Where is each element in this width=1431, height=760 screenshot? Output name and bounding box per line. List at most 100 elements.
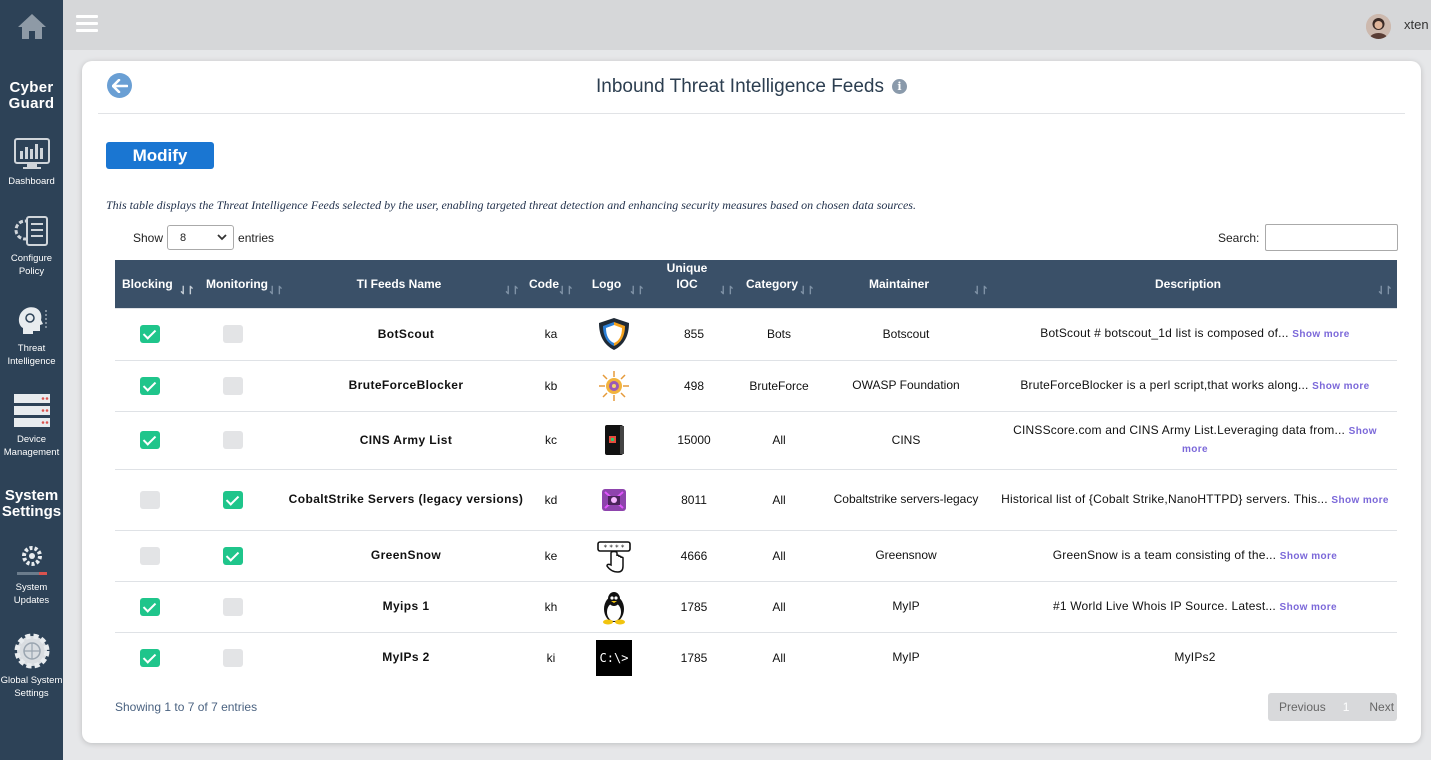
maintainer: MyIP [819,581,993,632]
show-more-link[interactable]: Show more [1280,602,1338,613]
feed-code: kh [524,581,578,632]
column-header-code[interactable]: Code ⇃↾ [524,260,578,308]
monitoring-checkbox[interactable] [223,648,243,667]
sidebar-item-global-system-settings[interactable]: Global System Settings [0,632,63,700]
maintainer: OWASP Foundation [819,360,993,411]
column-header-unique-ioc[interactable]: Unique IOC ⇃↾ [649,260,739,308]
sidebar: Cyber Guard Dashboard Configure Policy T… [0,0,63,760]
monitoring-checkbox[interactable] [223,597,243,616]
blocking-checkbox[interactable] [140,648,160,667]
blocking-cell [115,530,199,581]
blocking-checkbox[interactable] [140,376,160,395]
description-text: #1 World Live Whois IP Source. Latest... [1052,598,1276,613]
book-logo [596,422,632,458]
column-header-maintainer[interactable]: Maintainer ⇃↾ [819,260,993,308]
table-row: CINS Army List kc 15000 All CINS CINSScore.co… [115,411,1397,469]
header-label-line-1: Unique [666,260,708,275]
description-text: BruteForceBlocker is a perl script,that … [1020,377,1309,392]
category: All [739,469,819,530]
column-header-category[interactable]: Category ⇃↾ [739,260,819,308]
blocking-checkbox[interactable] [140,546,160,565]
page-1-button[interactable]: 1 [1343,700,1350,714]
category-text: All [772,492,786,507]
sidebar-item-device-management[interactable]: Device Management [0,393,63,459]
feed-code: kc [524,411,578,469]
feed-name: BruteForceBlocker [288,360,524,411]
monitoring-checkbox[interactable] [223,376,243,395]
avatar[interactable] [1366,14,1391,39]
menu-toggle-icon[interactable] [76,15,98,33]
feed-logo [578,411,649,469]
info-icon[interactable]: i [892,79,907,94]
table-header-row: Blocking ⇃↾ Monitoring ⇃↾ TI Feeds Name ⇃↾ … [115,260,1397,308]
monitoring-checkbox[interactable] [223,546,243,565]
unique-ioc-text: 15000 [677,433,711,447]
blocking-cell [115,308,199,360]
column-header-blocking[interactable]: Blocking ⇃↾ [115,260,199,308]
category: Bots [739,308,819,360]
table-body: BotScout ka 855 Bots Botscout BotScout # bots… [115,308,1397,683]
feed-name-text: CINS Army List [359,432,453,447]
page-length-select[interactable]: 8 [167,225,235,250]
next-page-button[interactable]: Next [1369,700,1394,714]
sidebar-item-configure-policy[interactable]: Configure Policy [0,214,63,278]
entries-label: entries [238,230,275,245]
sidebar-item-system-updates[interactable]: System Updates [0,543,63,607]
feed-name-text: MyIPs 2 [382,650,430,665]
modify-button[interactable]: Modify [106,142,214,169]
table-row: GreenSnow ke * * * * 4666 All Greensnow GreenS… [115,530,1397,581]
server-rack-icon [13,394,50,427]
category-text: BruteForce [749,378,809,393]
column-header-description[interactable]: Description ⇃↾ [993,260,1397,308]
column-header-monitoring[interactable]: Monitoring ⇃↾ [199,260,288,308]
blocking-cell [115,469,199,530]
description-cell: BotScout # botscout_1d list is composed … [993,308,1397,360]
category-text: All [772,650,786,665]
monitoring-cell [199,632,288,683]
sidebar-item-dashboard[interactable]: Dashboard [0,137,63,188]
previous-page-button[interactable]: Previous [1279,700,1326,714]
sort-icon: ⇃↾ [1376,285,1394,297]
blocking-checkbox[interactable] [140,490,160,509]
category: All [739,632,819,683]
header-label-line-2: IOC [676,276,698,291]
feed-code: ka [524,308,578,360]
monitoring-checkbox[interactable] [223,490,243,509]
username[interactable]: xten [1404,17,1429,32]
feed-code: ki [524,632,578,683]
column-header-name[interactable]: TI Feeds Name ⇃↾ [288,260,524,308]
feed-logo [578,360,649,411]
header-label: TI Feeds Name [356,276,442,291]
show-more-link[interactable]: Show more [1280,551,1338,562]
blocking-checkbox[interactable] [140,597,160,616]
terminal-logo: C:\> [595,639,632,676]
description-cell: MyIPs2 [993,632,1397,683]
show-more-link[interactable]: Show more [1331,495,1389,506]
monitoring-cell [199,360,288,411]
blocking-checkbox[interactable] [140,431,160,449]
category-text: All [772,599,786,614]
column-header-logo[interactable]: Logo ⇃↾ [578,260,649,308]
show-more-link[interactable]: Show more [1292,329,1350,340]
category: All [739,581,819,632]
maintainer: Greensnow [819,530,993,581]
feed-name-text: BruteForceBlocker [348,378,464,392]
feed-name-text: BotScout [377,326,435,341]
sort-icon: ⇃↾ [267,285,285,297]
header-label: Code [529,276,559,291]
monitoring-cell [199,469,288,530]
show-more-link[interactable]: Show more [1312,381,1370,392]
sidebar-item-threat-intelligence[interactable]: Threat Intelligence [0,304,63,368]
feed-name: BotScout [288,308,524,360]
monitoring-checkbox[interactable] [223,431,243,449]
shield-logo [596,316,632,352]
blocking-checkbox[interactable] [140,325,160,343]
home-button[interactable] [0,0,63,52]
feeds-table: Blocking ⇃↾ Monitoring ⇃↾ TI Feeds Name ⇃↾ … [115,260,1397,683]
description-cell: Historical list of {Cobalt Strike,NanoHT… [993,469,1397,530]
search-input[interactable] [1265,224,1399,251]
monitoring-checkbox[interactable] [223,325,243,343]
unique-ioc: 15000 [649,411,739,469]
maintainer-text: Cobaltstrike servers-legacy [833,492,979,506]
sort-icon: ⇃↾ [557,285,575,297]
